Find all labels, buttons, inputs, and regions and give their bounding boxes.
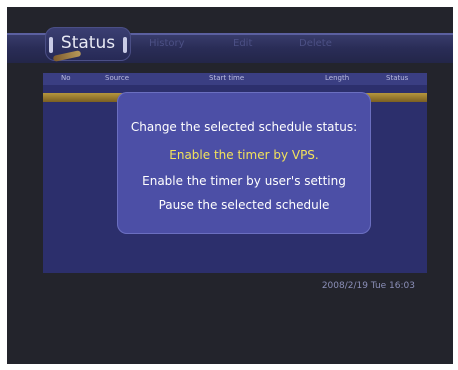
tab-history[interactable]: History — [149, 38, 185, 49]
option-enable-user-setting[interactable]: Enable the timer by user's setting — [117, 174, 371, 188]
tab-edit[interactable]: Edit — [233, 38, 252, 49]
tab-status[interactable]: Status — [45, 27, 131, 62]
col-length: Length — [325, 74, 350, 82]
dialog-prompt: Change the selected schedule status: — [130, 120, 358, 134]
col-start-time: Start time — [209, 74, 245, 82]
col-status: Status — [386, 74, 409, 82]
tab-delete[interactable]: Delete — [299, 38, 332, 49]
right-bracket-icon — [123, 37, 127, 53]
option-pause-schedule[interactable]: Pause the selected schedule — [117, 198, 371, 212]
col-no: No — [61, 74, 71, 82]
tv-screen: Status History Edit Delete No Source Sta… — [7, 7, 453, 364]
option-enable-vps[interactable]: Enable the timer by VPS. — [117, 148, 371, 162]
tab-status-label: Status — [60, 33, 116, 53]
schedule-table-header: No Source Start time Length Status — [43, 73, 427, 85]
status-dialog: Change the selected schedule status: Ena… — [117, 92, 371, 234]
col-source: Source — [105, 74, 130, 82]
datetime-display: 2008/2/19 Tue 16:03 — [321, 281, 415, 291]
